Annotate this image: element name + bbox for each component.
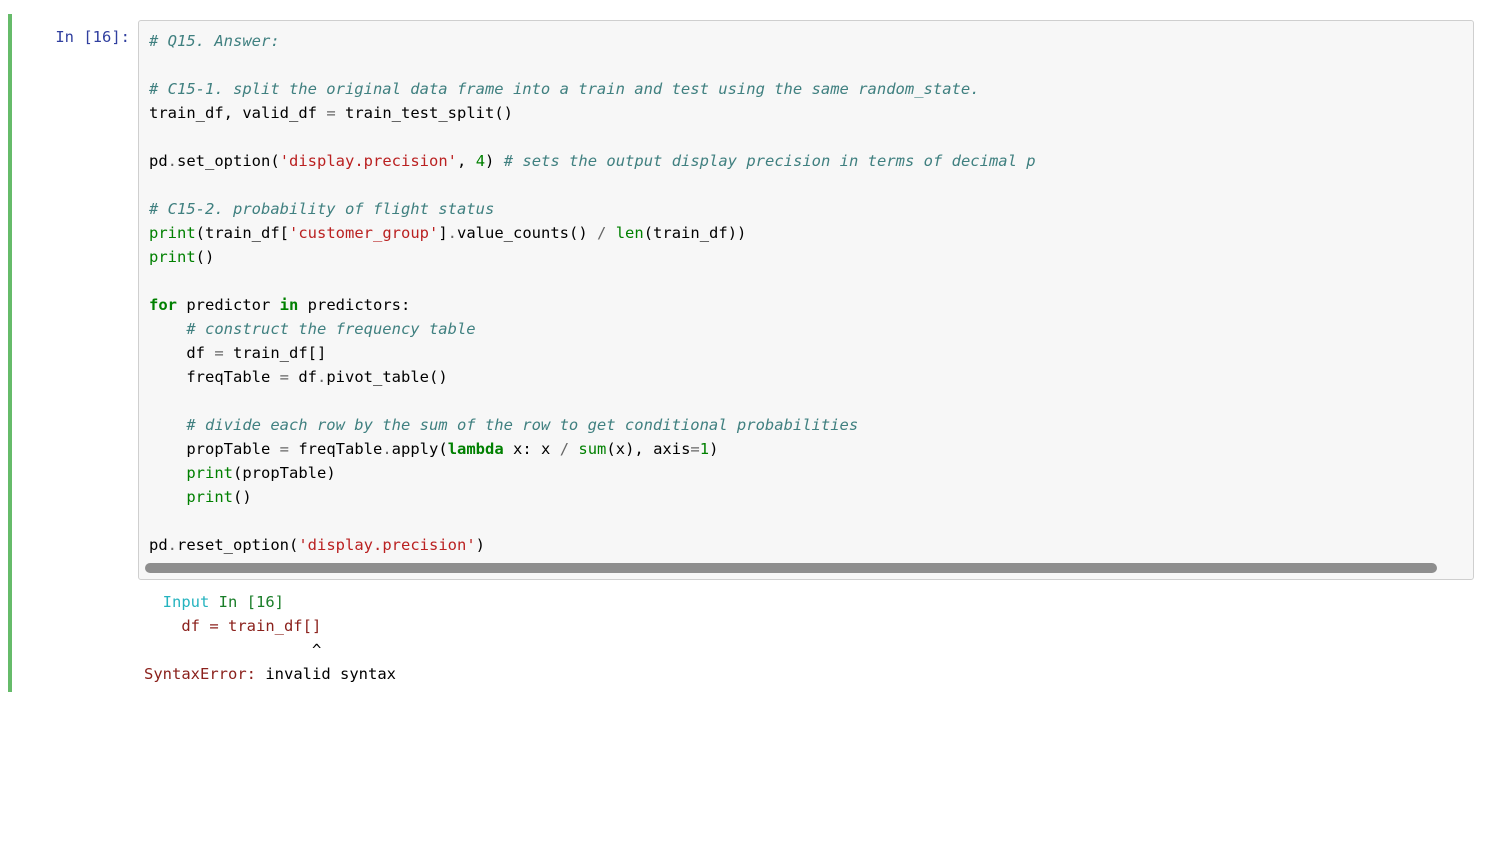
- code-line-14: df = train_df[]: [149, 344, 326, 362]
- code-line-3: # C15-1. split the original data frame i…: [149, 80, 980, 98]
- code-line-20: print(): [149, 488, 252, 506]
- output-area: Input In [16] df = train_df[] ^ SyntaxEr…: [138, 580, 1474, 686]
- code-line-12: for predictor in predictors:: [149, 296, 410, 314]
- code-line-4: train_df, valid_df = train_test_split(): [149, 104, 513, 122]
- tb-line-3: ^: [144, 641, 321, 659]
- code-input-area[interactable]: # Q15. Answer: # C15-1. split the origin…: [138, 20, 1474, 580]
- tb-line-4: SyntaxError: invalid syntax: [144, 665, 396, 683]
- tb-line-2: df = train_df[]: [144, 617, 321, 635]
- tb-line-1: Input In [16]: [144, 593, 284, 611]
- cell-body: # Q15. Answer: # C15-1. split the origin…: [138, 20, 1484, 686]
- code-line-1: # Q15. Answer:: [149, 32, 280, 50]
- code-line-18: propTable = freqTable.apply(lambda x: x …: [149, 440, 718, 458]
- code-line-19: print(propTable): [149, 464, 336, 482]
- code-line-17: # divide each row by the sum of the row …: [149, 416, 858, 434]
- code-editor[interactable]: # Q15. Answer: # C15-1. split the origin…: [149, 29, 1463, 557]
- code-line-13: # construct the frequency table: [149, 320, 476, 338]
- input-prompt: In [16]:: [55, 28, 130, 46]
- code-line-8: # C15-2. probability of flight status: [149, 200, 494, 218]
- notebook-wrap: In [16]: # Q15. Answer: # C15-1. split t…: [0, 0, 1492, 860]
- code-line-9: print(train_df['customer_group'].value_c…: [149, 224, 746, 242]
- horizontal-scrollbar[interactable]: [145, 563, 1467, 573]
- code-cell: In [16]: # Q15. Answer: # C15-1. split t…: [8, 14, 1484, 692]
- prompt-column: In [16]:: [12, 20, 138, 686]
- code-scroll-region[interactable]: # Q15. Answer: # C15-1. split the origin…: [139, 21, 1473, 563]
- code-line-6: pd.set_option('display.precision', 4) # …: [149, 152, 1036, 170]
- code-line-10: print(): [149, 248, 214, 266]
- scrollbar-thumb[interactable]: [145, 563, 1437, 573]
- code-line-15: freqTable = df.pivot_table(): [149, 368, 448, 386]
- error-output: Input In [16] df = train_df[] ^ SyntaxEr…: [144, 590, 1474, 686]
- code-line-22: pd.reset_option('display.precision'): [149, 536, 485, 554]
